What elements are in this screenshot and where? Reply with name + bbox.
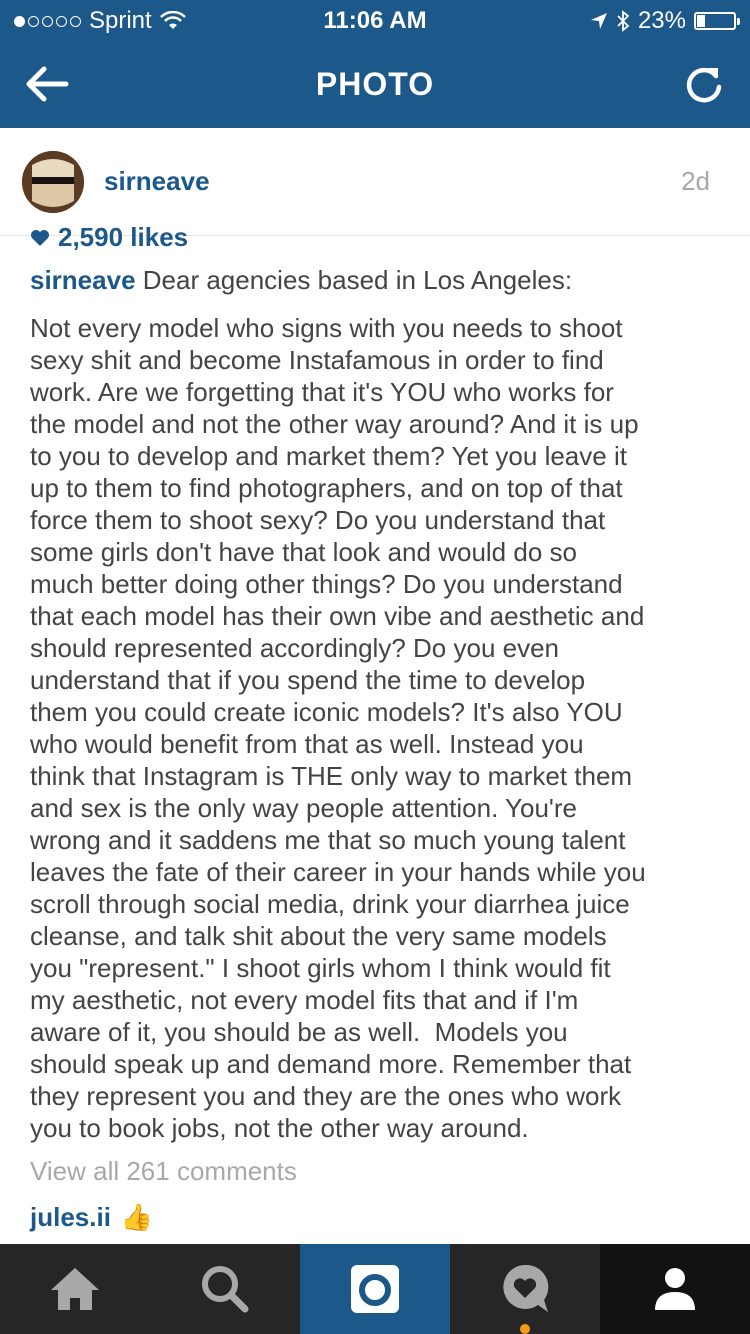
post-time-ago: 2d <box>681 166 710 196</box>
search-icon <box>202 1266 249 1313</box>
comment-item: jules.ii 👍 <box>30 1202 153 1233</box>
heart-icon <box>31 229 49 246</box>
post-caption: sirneave Dear agencies based in Los Ange… <box>30 264 730 1144</box>
top-bar: Sprint 11:06 AM 23% PHOTO <box>0 0 750 128</box>
tab-home[interactable] <box>0 1244 150 1334</box>
tab-bar <box>0 1244 750 1334</box>
comment-username[interactable]: jules.ii <box>30 1202 111 1233</box>
post-header: sirneave 2d <box>0 128 750 236</box>
likes-count[interactable]: 2,590 likes <box>30 222 188 253</box>
bluetooth-icon <box>617 10 630 32</box>
notification-dot <box>520 1324 530 1334</box>
caption-body: Not every model who signs with you needs… <box>30 313 646 1143</box>
view-all-comments-link[interactable]: View all 261 comments <box>30 1156 297 1187</box>
caption-username[interactable]: sirneave <box>30 265 136 295</box>
camera-icon <box>351 1265 399 1313</box>
battery-icon <box>694 12 740 30</box>
tab-camera[interactable] <box>300 1244 450 1334</box>
activity-icon <box>503 1264 549 1312</box>
profile-icon <box>655 1268 695 1310</box>
thumbs-up-emoji: 👍 <box>120 1202 154 1232</box>
tab-profile[interactable] <box>600 1244 750 1334</box>
status-bar: Sprint 11:06 AM 23% <box>0 0 750 40</box>
refresh-icon[interactable] <box>682 62 726 106</box>
page-title: PHOTO <box>315 66 435 102</box>
location-arrow-icon <box>590 13 607 29</box>
tab-explore[interactable] <box>150 1244 300 1334</box>
home-icon <box>51 1268 99 1310</box>
post-username[interactable]: sirneave <box>104 166 210 197</box>
avatar[interactable] <box>22 151 84 213</box>
tab-activity[interactable] <box>450 1244 600 1334</box>
battery-percent: 23% <box>637 7 686 34</box>
likes-label: 2,590 likes <box>58 222 189 252</box>
caption-first-line: Dear agencies based in Los Angeles: <box>142 265 573 295</box>
nav-bar: PHOTO <box>0 40 750 128</box>
